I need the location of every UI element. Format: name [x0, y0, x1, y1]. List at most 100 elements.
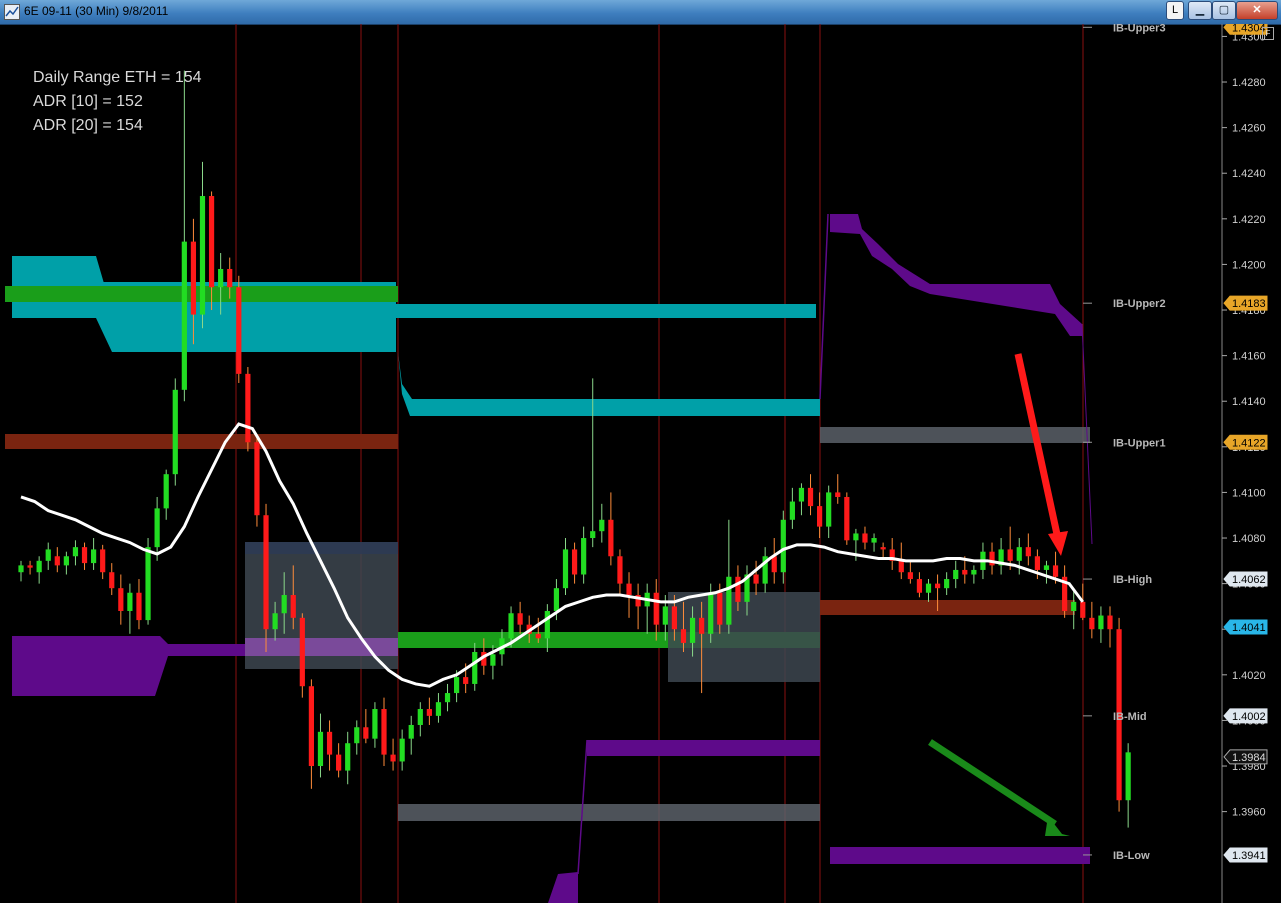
candle-body — [571, 549, 578, 575]
candle-body — [925, 583, 932, 593]
candle-body — [218, 268, 224, 288]
candle-body — [699, 617, 705, 634]
candle-body — [653, 592, 659, 625]
candle-body — [1071, 601, 1077, 611]
y-tick-label: 1.4020 — [1232, 670, 1266, 682]
candle-body — [844, 496, 850, 541]
candle-body — [934, 583, 941, 589]
candle-body — [708, 592, 714, 634]
candle-body — [190, 241, 197, 315]
candle-body — [299, 617, 305, 687]
candle-body — [72, 547, 79, 557]
green-arrow-down — [928, 739, 1057, 827]
candle-body — [399, 738, 405, 762]
candle-body — [227, 268, 233, 288]
y-tick-label: 1.4240 — [1232, 168, 1266, 180]
price-tag-label: 1.4041 — [1232, 622, 1266, 634]
candle-body — [962, 569, 968, 575]
y-tick-label: 1.4260 — [1232, 123, 1266, 135]
candle-body — [27, 565, 33, 568]
candle-body — [181, 241, 187, 390]
format-corner-button[interactable]: F — [1262, 27, 1274, 40]
candle-body — [817, 506, 823, 527]
candle-body — [408, 724, 414, 739]
candle-body — [281, 595, 287, 614]
candle-body — [390, 754, 396, 762]
y-tick-label: 1.4220 — [1232, 214, 1266, 226]
candle-body — [1016, 547, 1022, 561]
candle-body — [544, 610, 550, 639]
candle-body — [454, 677, 460, 694]
candle-body — [172, 389, 178, 475]
y-tick-label: 1.4160 — [1232, 351, 1266, 363]
candle-body — [63, 556, 69, 566]
candle-body — [671, 606, 677, 630]
candle-body — [871, 538, 877, 543]
candle-body — [907, 572, 913, 580]
link-button[interactable]: L — [1166, 1, 1184, 20]
candle-body — [127, 592, 133, 611]
candle-body — [1125, 752, 1131, 801]
candle-body — [45, 549, 51, 561]
brown-zone — [820, 600, 1075, 615]
candle-body — [971, 569, 977, 575]
candle-body — [417, 709, 423, 725]
candle-body — [208, 196, 215, 288]
level-label: IB-High — [1113, 574, 1152, 586]
level-label: IB-Low — [1113, 850, 1150, 862]
candle-body — [689, 617, 696, 643]
candle-body — [308, 686, 314, 767]
candle-body — [236, 287, 242, 374]
candle-body — [36, 560, 42, 573]
green-arrow-head — [1045, 816, 1070, 836]
price-tag-label: 1.4062 — [1232, 574, 1266, 586]
candle-body — [435, 702, 442, 716]
candle-body — [100, 549, 106, 573]
purple-connector — [819, 213, 829, 400]
candle-body — [345, 743, 351, 771]
candle-body — [717, 592, 723, 625]
candle-body — [1080, 601, 1086, 618]
candle-body — [263, 515, 269, 630]
candle-body — [145, 547, 151, 621]
candle-body — [798, 487, 805, 502]
gray-zone — [398, 804, 820, 821]
purple-zone — [587, 740, 820, 756]
candle-body — [163, 474, 169, 509]
candle-body — [372, 709, 378, 739]
candle-body — [81, 547, 88, 564]
candle-body — [317, 731, 324, 767]
candle-body — [599, 519, 605, 532]
candle-body — [826, 492, 832, 527]
candle-body — [553, 588, 560, 611]
price-tag-label: 1.3941 — [1232, 850, 1266, 862]
purple-zone — [548, 872, 578, 903]
price-tag-label: 1.4304 — [1232, 24, 1266, 34]
level-label: IB-Upper2 — [1113, 298, 1166, 310]
maximize-button[interactable]: ▢ — [1212, 1, 1236, 20]
gray-zone — [820, 427, 1090, 443]
adr20-label: ADR [20] = 154 — [33, 117, 143, 134]
candle-body — [1043, 565, 1050, 570]
minimize-button[interactable]: ▁ — [1188, 1, 1212, 20]
candle-body — [944, 579, 950, 589]
chart-app-icon — [4, 4, 20, 20]
price-chart[interactable]: 1.43001.42801.42601.42401.42201.42001.41… — [0, 24, 1281, 903]
candle-body — [1098, 615, 1104, 630]
candle-body — [381, 709, 387, 755]
candle-body — [1025, 547, 1031, 557]
level-label: IB-Upper1 — [1113, 437, 1166, 449]
candle-body — [953, 569, 959, 580]
candle-body — [517, 613, 523, 625]
candle-body — [789, 501, 795, 520]
candle-body — [726, 576, 732, 625]
candle-body — [581, 538, 587, 575]
candle-body — [1107, 615, 1113, 630]
close-button[interactable]: ✕ — [1236, 1, 1278, 20]
candle-body — [336, 754, 342, 771]
red-arrow-down — [1014, 353, 1062, 540]
candle-body — [363, 727, 369, 739]
purple-zone — [245, 638, 398, 656]
candle-body — [680, 629, 687, 643]
y-tick-label: 1.4100 — [1232, 487, 1266, 499]
